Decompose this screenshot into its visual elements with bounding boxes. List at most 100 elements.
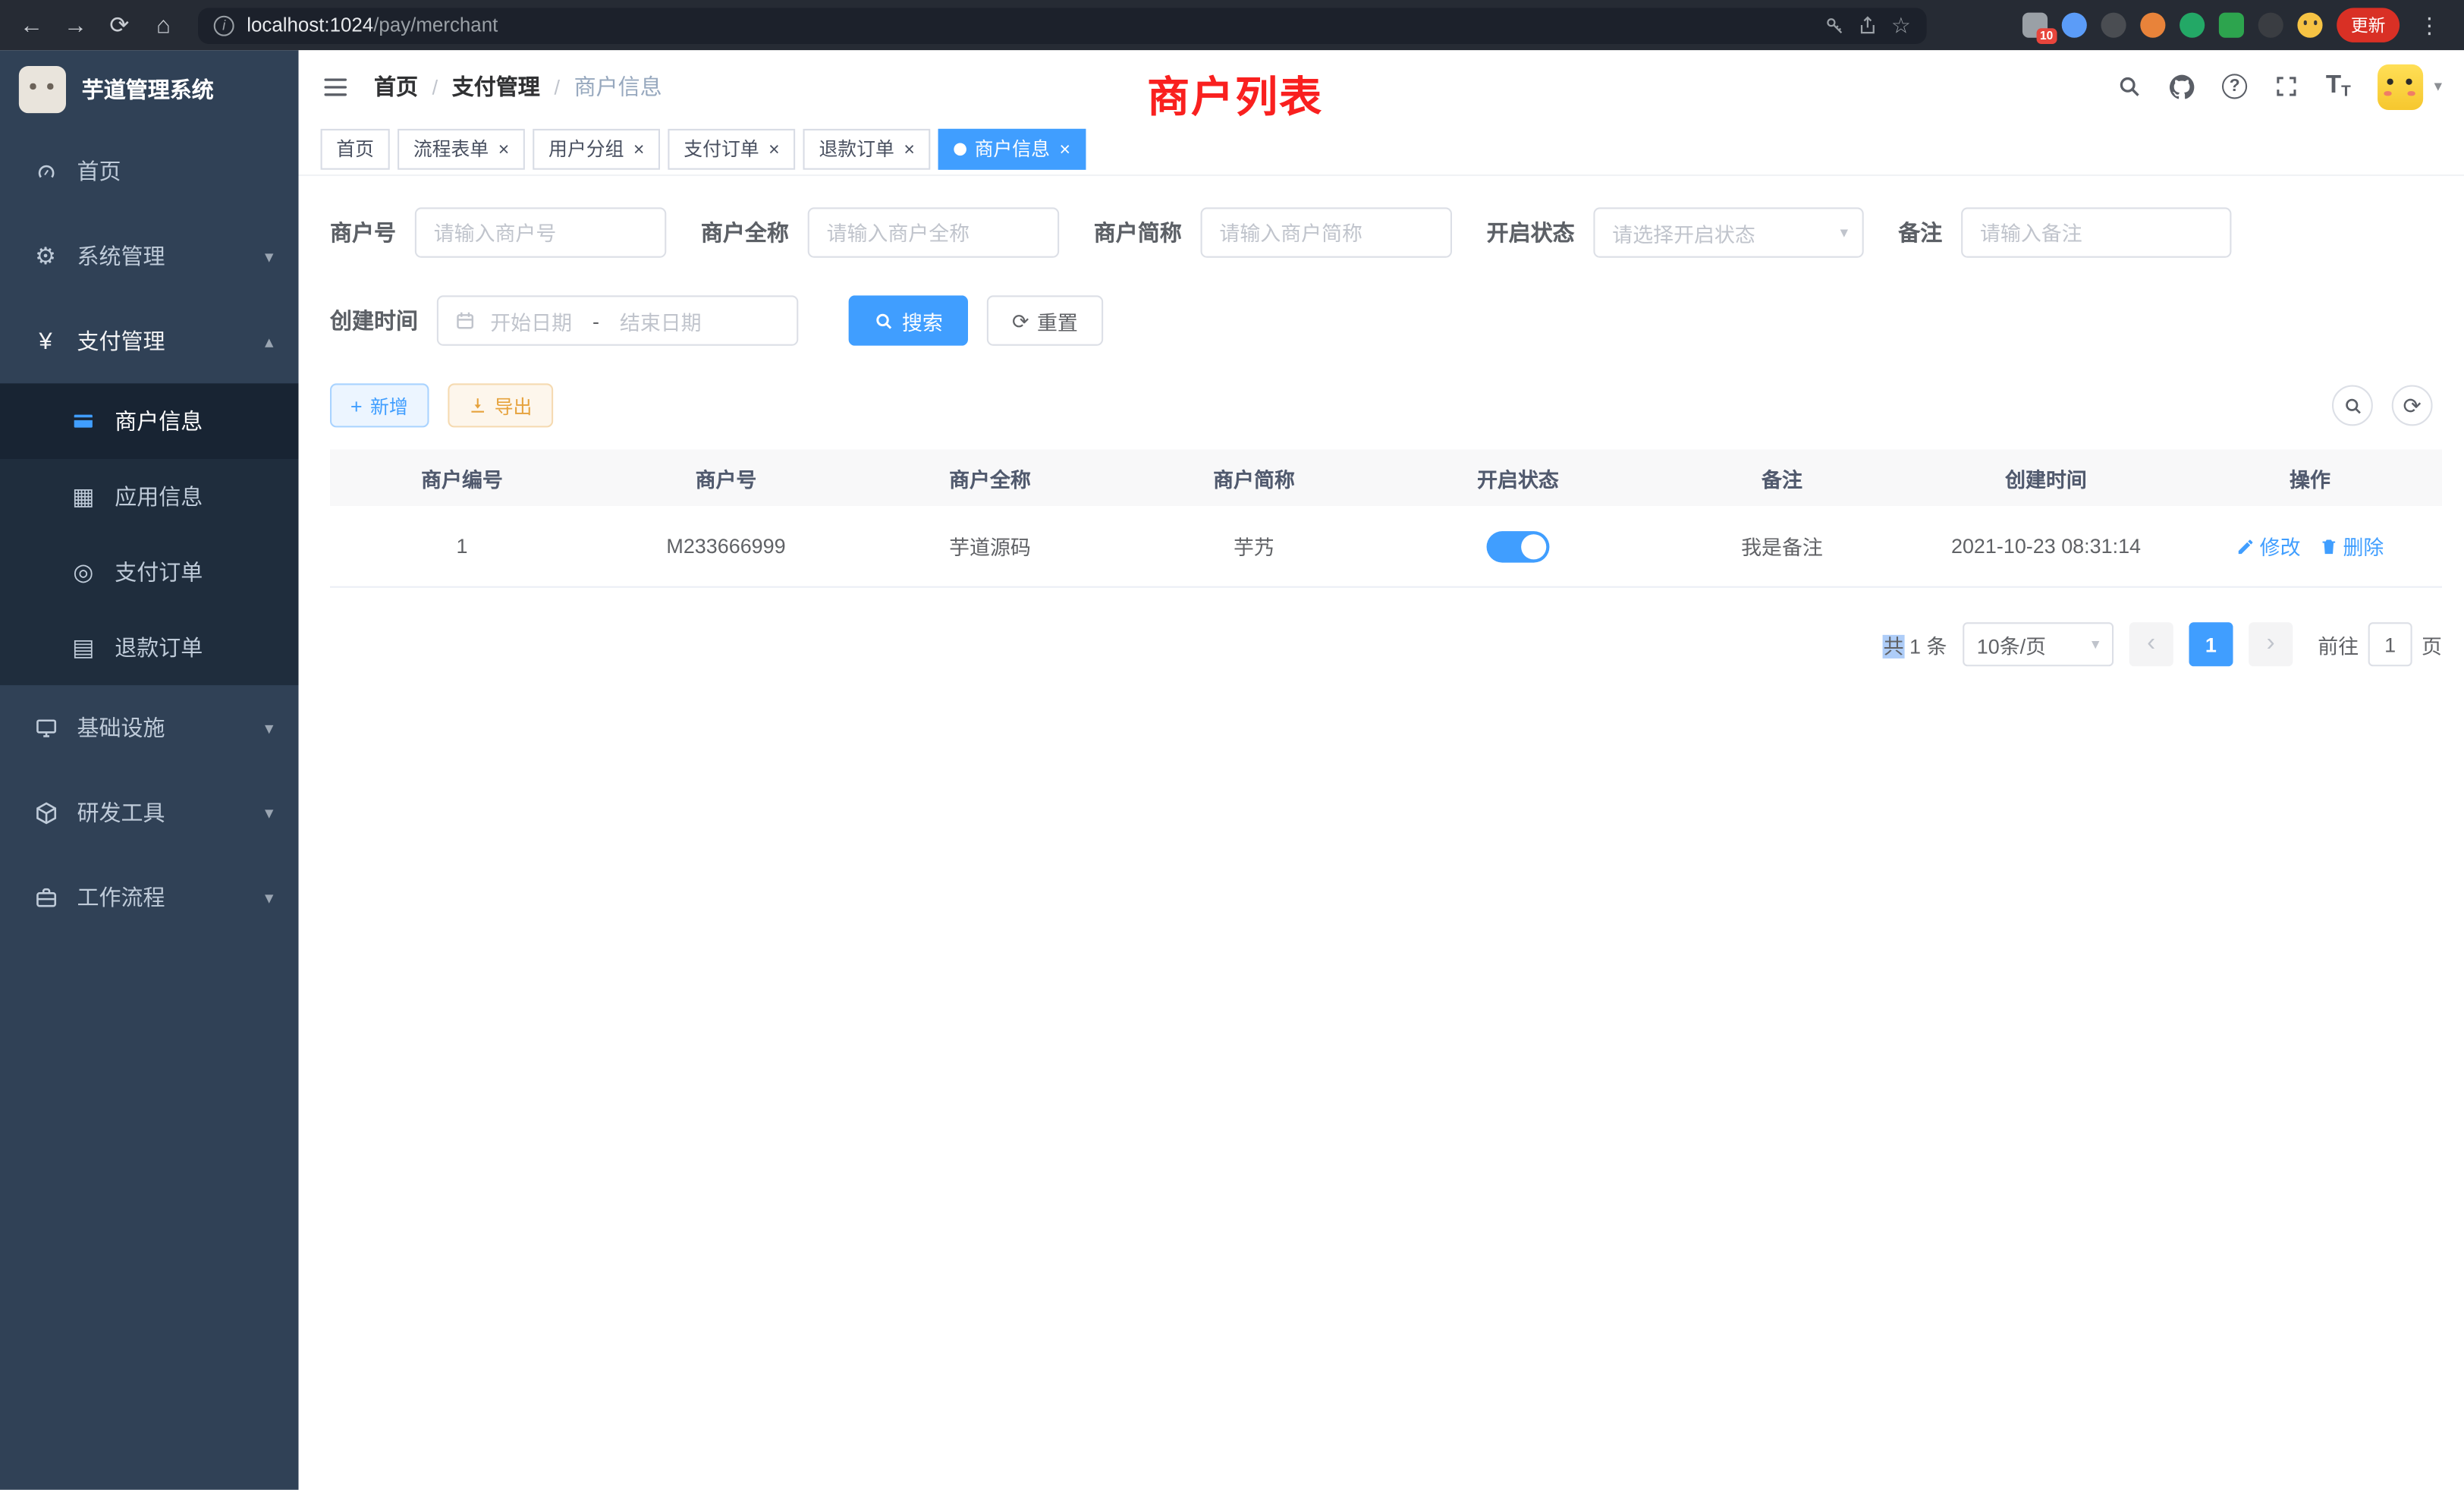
help-icon[interactable]: ? [2222, 74, 2247, 99]
share-icon[interactable] [1858, 15, 1878, 36]
reset-icon: ⟳ [1012, 310, 1029, 331]
browser-menu-icon[interactable]: ⋮ [2414, 12, 2445, 39]
tab-close-icon[interactable]: × [632, 139, 645, 158]
sidebar-item-devtools[interactable]: 研发工具 ▾ [0, 770, 299, 855]
top-navbar: 首页 / 支付管理 / 商户信息 ? [299, 50, 2464, 122]
tab-merchant-info[interactable]: 商户信息 × [938, 128, 1086, 169]
tab-label: 退款订单 [819, 135, 894, 162]
breadcrumb: 首页 / 支付管理 / 商户信息 [374, 71, 662, 102]
sidebar-item-merchant-info[interactable]: 商户信息 [0, 383, 299, 458]
column-header: 商户简称 [1122, 463, 1386, 492]
merchant-short-name-input[interactable] [1201, 207, 1452, 257]
tab-close-icon[interactable]: × [1058, 139, 1070, 158]
page-info-icon[interactable]: i [214, 15, 234, 36]
add-button-label: 新增 [370, 392, 408, 419]
add-button[interactable]: + 新增 [330, 383, 429, 427]
export-button[interactable]: 导出 [448, 383, 553, 427]
tab-user-group[interactable]: 用户分组 × [533, 128, 660, 169]
sidebar-item-app-info[interactable]: ▦ 应用信息 [0, 459, 299, 534]
pagination-total-highlight: 共 [1884, 634, 1904, 658]
breadcrumb-item[interactable]: 首页 [374, 71, 418, 102]
status-toggle[interactable] [1487, 530, 1550, 561]
tab-pay-order[interactable]: 支付订单 × [668, 128, 796, 169]
extension-dark-icon[interactable] [2101, 13, 2126, 38]
sidebar-item-label: 商户信息 [115, 405, 273, 436]
yen-icon: ¥ [28, 328, 63, 354]
extension-puzzle-icon[interactable]: 10 [2022, 13, 2048, 38]
merchant-full-name-input[interactable] [808, 207, 1059, 257]
tab-close-icon[interactable]: × [767, 139, 780, 158]
extension-badge: 10 [2036, 28, 2057, 44]
merchant-no-input[interactable] [415, 207, 666, 257]
password-key-icon[interactable] [1825, 15, 1846, 36]
page-number-button[interactable]: 1 [2189, 622, 2233, 666]
gear-icon: ⚙ [28, 242, 63, 270]
tab-refund-order[interactable]: 退款订单 × [803, 128, 931, 169]
filter-label: 备注 [1898, 217, 1942, 248]
prev-page-button[interactable]: ‹ [2129, 622, 2173, 666]
fullscreen-icon[interactable] [2274, 74, 2299, 99]
extension-green-circle-icon[interactable] [2180, 13, 2205, 38]
search-icon[interactable] [2117, 74, 2142, 99]
sidebar-item-refund-order[interactable]: ▤ 退款订单 [0, 610, 299, 685]
edit-link[interactable]: 修改 [2236, 531, 2301, 561]
address-bar[interactable]: i localhost:1024/pay/merchant ☆ [198, 7, 1927, 43]
search-button[interactable]: 搜索 [849, 295, 968, 345]
extension-green-doc-icon[interactable] [2219, 13, 2244, 38]
tab-label: 支付订单 [684, 135, 759, 162]
bookmark-star-icon[interactable]: ☆ [1891, 12, 1911, 39]
hamburger-icon[interactable] [321, 71, 350, 101]
delete-link[interactable]: 删除 [2319, 531, 2384, 561]
font-size-small-glyph: T [2341, 83, 2351, 101]
app-logo[interactable]: 芋道管理系统 [0, 50, 299, 129]
cell-status [1386, 530, 1650, 561]
briefcase-icon [28, 885, 63, 909]
sidebar-item-system[interactable]: ⚙ 系统管理 ▾ [0, 214, 299, 299]
sidebar-item-pay-order[interactable]: ◎ 支付订单 [0, 534, 299, 609]
avatar-caret-icon[interactable]: ▾ [2434, 78, 2442, 96]
github-icon[interactable] [2169, 73, 2195, 99]
chevron-down-icon: ▾ [265, 718, 273, 738]
browser-home-icon[interactable]: ⌂ [145, 6, 183, 44]
table-tools: ⟳ [2332, 385, 2442, 426]
next-page-button[interactable]: › [2249, 622, 2293, 666]
pagination-goto: 前往 页 [2318, 622, 2442, 666]
logo-avatar [19, 66, 66, 113]
refresh-table-icon[interactable]: ⟳ [2392, 385, 2433, 426]
tab-close-icon[interactable]: × [497, 139, 510, 158]
date-range-picker[interactable]: 开始日期 - 结束日期 [437, 295, 798, 345]
table-header-row: 商户编号 商户号 商户全称 商户简称 开启状态 备注 创建时间 操作 [330, 449, 2442, 506]
browser-reload-icon[interactable]: ⟳ [101, 6, 139, 44]
tab-home[interactable]: 首页 [321, 128, 390, 169]
sidebar-item-infrastructure[interactable]: 基础设施 ▾ [0, 685, 299, 770]
browser-forward-icon[interactable]: → [57, 6, 95, 44]
browser-back-icon[interactable]: ← [13, 6, 51, 44]
user-avatar[interactable] [2378, 64, 2423, 109]
breadcrumb-item[interactable]: 支付管理 [452, 71, 540, 102]
extension-blue-icon[interactable] [2062, 13, 2087, 38]
extension-smiley-icon[interactable] [2297, 13, 2322, 38]
tab-process-form[interactable]: 流程表单 × [398, 128, 525, 169]
delete-link-label: 删除 [2343, 531, 2384, 561]
extension-avatar-icon[interactable] [2140, 13, 2165, 38]
reset-button[interactable]: ⟳ 重置 [987, 295, 1103, 345]
page-size-select[interactable]: 10条/页 ▾ [1963, 622, 2114, 666]
tab-close-icon[interactable]: × [902, 139, 915, 158]
toggle-search-icon[interactable] [2332, 385, 2373, 426]
main-area: 商户列表 首页 / 支付管理 / 商户信息 [299, 50, 2464, 1489]
font-size-icon[interactable]: TT [2326, 72, 2351, 100]
filter-label: 商户全称 [701, 217, 789, 248]
chevron-down-icon: ▾ [265, 802, 273, 822]
column-header: 商户号 [594, 463, 858, 492]
sidebar-item-payment[interactable]: ¥ 支付管理 ▴ [0, 299, 299, 384]
status-select[interactable]: 请选择开启状态 ▾ [1593, 207, 1863, 257]
remark-input[interactable] [1961, 207, 2231, 257]
goto-page-input[interactable] [2368, 622, 2412, 666]
active-tab-dot [954, 142, 967, 155]
sidebar-item-workflow[interactable]: 工作流程 ▾ [0, 855, 299, 940]
sidebar-item-home[interactable]: 首页 [0, 129, 299, 214]
browser-update-button[interactable]: 更新 [2337, 8, 2400, 42]
app-root: 芋道管理系统 首页 ⚙ 系统管理 ▾ ¥ 支付管理 ▴ [0, 50, 2464, 1489]
tab-label: 商户信息 [975, 135, 1050, 162]
browser-profile-icon[interactable] [2258, 13, 2283, 38]
